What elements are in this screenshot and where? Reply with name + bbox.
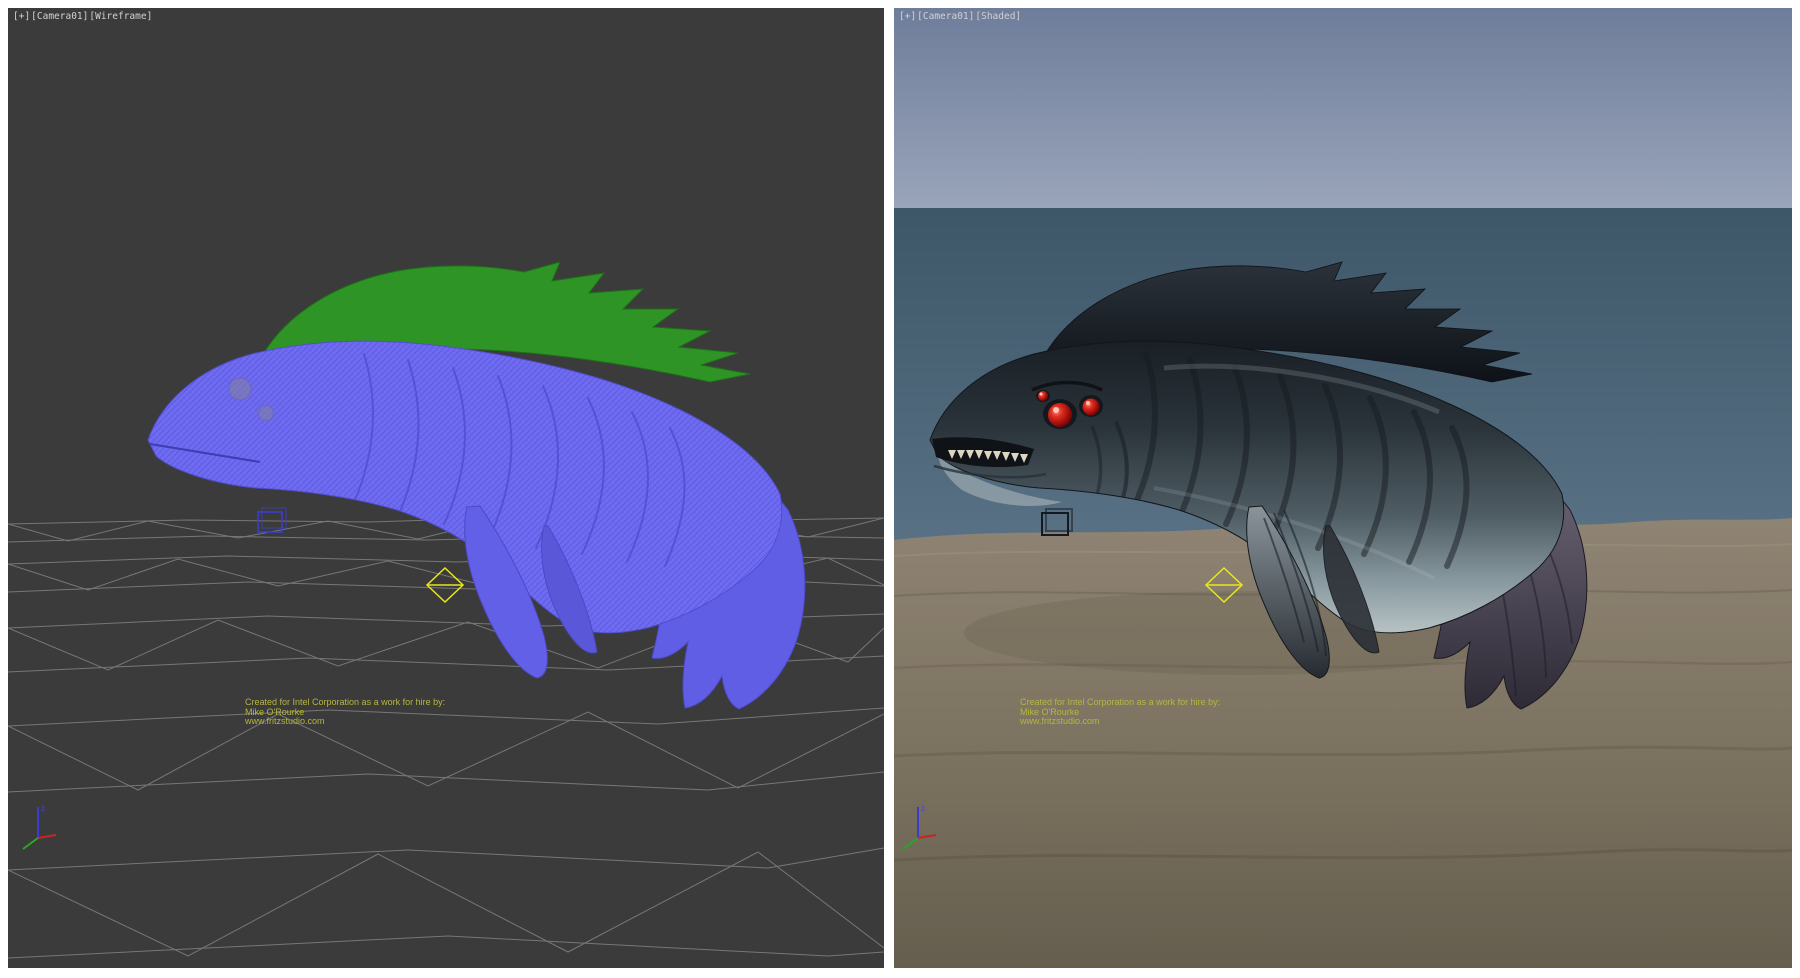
sky [894,8,1792,210]
eye-left-wireframe [229,378,251,400]
fish-model-wireframe[interactable] [148,262,805,709]
dummy-helper-box[interactable] [258,508,286,532]
wireframe-canvas[interactable]: z [8,8,884,968]
viewport-menu-button[interactable]: [+] [13,11,30,22]
watermark-text: Created for Intel Corporation as a work … [245,698,445,727]
viewport-camera-button[interactable]: [Camera01] [31,11,88,22]
viewport-shading-button[interactable]: [Shaded] [975,11,1021,22]
axis-z-label: z [921,804,925,813]
viewport-camera-button[interactable]: [Camera01] [917,11,974,22]
viewport-label: [+][Camera01][Shaded] [899,11,1022,22]
shaded-canvas[interactable]: z [894,8,1792,968]
viewport-wireframe[interactable]: z [+][Camera01][Wireframe] Created for I… [8,8,884,968]
eye2-left-wireframe [259,406,274,421]
transform-gizmo[interactable] [427,568,463,602]
viewport-shading-button[interactable]: [Wireframe] [89,11,152,22]
viewport-menu-button[interactable]: [+] [899,11,916,22]
watermark-line3: www.fritzstudio.com [1020,717,1220,727]
viewport-label: [+][Camera01][Wireframe] [13,11,153,22]
world-axis-tripod: z [23,804,56,849]
axis-z-label: z [41,804,45,813]
watermark-line3: www.fritzstudio.com [245,717,445,727]
dual-viewport-layout: z [+][Camera01][Wireframe] Created for I… [0,0,1800,978]
viewport-shaded[interactable]: z [+][Camera01][Shaded] Created for Inte… [894,8,1792,968]
watermark-text: Created for Intel Corporation as a work … [1020,698,1220,727]
